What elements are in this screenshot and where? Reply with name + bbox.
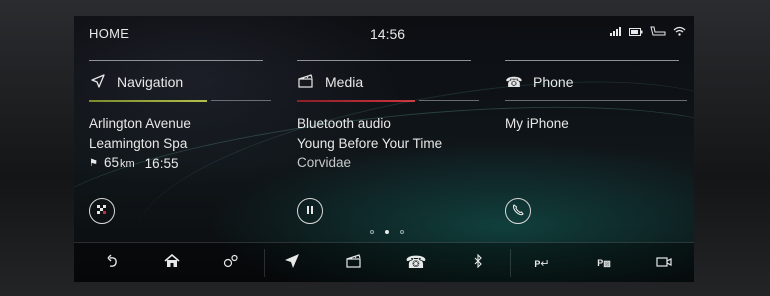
back-button[interactable] — [99, 251, 127, 275]
camera-button[interactable] — [650, 251, 678, 275]
signal-icon — [610, 26, 622, 39]
navigation-header[interactable]: Navigation — [89, 71, 183, 93]
phone-panel[interactable]: ☎ Phone My iPhone — [505, 60, 687, 230]
back-icon — [107, 254, 119, 272]
connect-icon — [223, 254, 239, 272]
status-icons — [610, 26, 686, 39]
panel-top-divider — [505, 60, 679, 61]
clock: 14:56 — [370, 26, 406, 42]
bar-separator — [510, 249, 511, 277]
destination-flag-icon — [96, 204, 108, 219]
phone-icon: ☎ — [505, 73, 523, 90]
media-header[interactable]: Media — [297, 71, 363, 93]
pause-button[interactable] — [297, 198, 323, 224]
arrival-time: 16:55 — [144, 156, 179, 171]
phone-divider — [505, 100, 687, 101]
checkered-flag-icon: ⚑ — [89, 158, 98, 169]
artist-name: Corvidae — [297, 155, 352, 170]
home-icon — [164, 253, 180, 272]
media-panel[interactable]: Media Bluetooth audio Young Before Your … — [297, 60, 479, 230]
panel-top-divider — [297, 60, 471, 61]
park-view-button[interactable]: P▨ — [590, 251, 618, 275]
park-view-icon: P▨ — [597, 258, 611, 268]
page-indicator — [370, 230, 404, 234]
home-label[interactable]: HOME — [89, 26, 129, 41]
navigation-info: Arlington Avenue Leamington Spa ⚑ 65km 1… — [89, 114, 191, 175]
battery-icon — [629, 27, 643, 39]
call-button[interactable] — [505, 198, 531, 224]
distance-unit: km — [120, 158, 135, 170]
wifi-icon — [673, 26, 686, 39]
navigation-accent-line — [89, 100, 207, 102]
media-clapper-icon — [297, 73, 315, 91]
home-button[interactable] — [158, 251, 186, 275]
media-divider — [419, 100, 479, 101]
navigation-button[interactable] — [278, 251, 306, 275]
bluetooth-button[interactable] — [464, 251, 492, 275]
destination-street: Arlington Avenue — [89, 116, 191, 131]
camera-icon — [656, 255, 672, 272]
seat-icon — [650, 26, 666, 39]
infotainment-screen: HOME 14:56 Navigation Arlington Avenue L… — [74, 16, 694, 282]
page-dot[interactable] — [370, 230, 374, 234]
media-source: Bluetooth audio — [297, 116, 391, 131]
distance-value: 65 — [103, 155, 119, 170]
page-dot[interactable] — [400, 230, 404, 234]
navigation-divider — [211, 100, 271, 101]
navigation-panel[interactable]: Navigation Arlington Avenue Leamington S… — [89, 60, 271, 230]
page-dot-active[interactable] — [385, 230, 389, 234]
phone-icon: ☎ — [405, 253, 427, 272]
navigation-icon — [284, 253, 300, 273]
media-accent-line — [297, 100, 415, 102]
connect-button[interactable] — [217, 251, 245, 275]
media-icon — [346, 254, 362, 272]
track-title: Young Before Your Time — [297, 135, 443, 151]
media-button[interactable] — [340, 251, 368, 275]
distance-remaining: 65km — [104, 153, 135, 175]
media-info: Bluetooth audio Young Before Your Time C… — [297, 114, 442, 173]
bar-separator — [264, 249, 265, 277]
destination-city: Leamington Spa — [89, 135, 188, 151]
navigation-arrow-icon — [89, 73, 107, 91]
bluetooth-icon — [473, 253, 483, 272]
bottom-navigation-bar: ☎ P↵ P▨ — [74, 242, 694, 282]
media-title: Media — [325, 74, 364, 90]
park-assist-button[interactable]: P↵ — [528, 251, 556, 275]
phone-button[interactable]: ☎ — [402, 251, 430, 275]
call-icon — [512, 203, 524, 219]
panel-top-divider — [89, 60, 263, 61]
phone-title: Phone — [533, 74, 574, 90]
phone-header[interactable]: ☎ Phone — [505, 71, 573, 93]
phone-info: My iPhone — [505, 114, 569, 134]
navigation-title: Navigation — [117, 74, 184, 90]
park-assist-icon: P↵ — [534, 257, 550, 270]
status-bar: HOME 14:56 — [74, 16, 694, 48]
connected-device: My iPhone — [505, 116, 569, 131]
pause-icon — [305, 205, 315, 218]
destination-flag-button[interactable] — [89, 198, 115, 224]
